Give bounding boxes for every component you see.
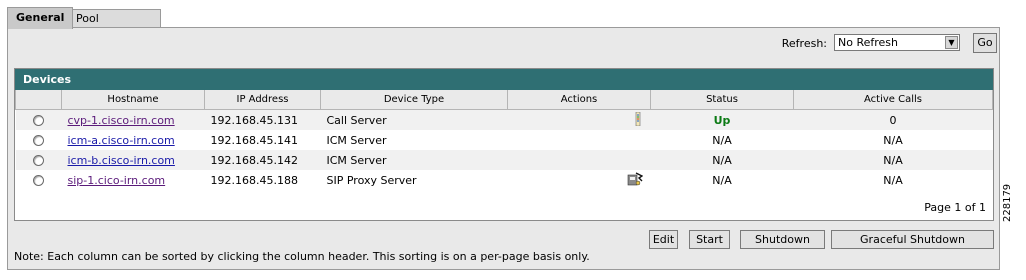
column-header-ip-address[interactable]: IP Address bbox=[204, 90, 321, 110]
active-calls-cell: N/A bbox=[793, 170, 993, 190]
column-header-active-calls[interactable]: Active Calls bbox=[793, 90, 993, 110]
proxy-action-icon[interactable] bbox=[627, 171, 643, 189]
device-type-cell: Call Server bbox=[320, 109, 508, 130]
active-calls-cell: 0 bbox=[793, 109, 993, 130]
devices-title: Devices bbox=[15, 69, 993, 90]
devices-table: Hostname IP Address Device Type Actions … bbox=[15, 90, 993, 190]
edit-button[interactable]: Edit bbox=[649, 230, 678, 249]
table-row: icm-a.cisco-irn.com 192.168.45.141 ICM S… bbox=[15, 130, 993, 150]
refresh-bar: Refresh: No Refresh ▼ Go bbox=[739, 33, 999, 54]
status-cell: N/A bbox=[650, 150, 794, 170]
active-calls-cell: N/A bbox=[793, 150, 993, 170]
hostname-link[interactable]: cvp-1.cisco-irn.com bbox=[68, 114, 175, 127]
column-header-device-type[interactable]: Device Type bbox=[320, 90, 508, 110]
status-badge: Up bbox=[713, 113, 731, 127]
actions-cell bbox=[507, 150, 651, 170]
status-cell: Up bbox=[650, 109, 794, 130]
device-type-cell: ICM Server bbox=[320, 130, 508, 150]
column-header-hostname[interactable]: Hostname bbox=[61, 90, 205, 110]
refresh-label: Refresh: bbox=[781, 37, 827, 50]
actions-cell bbox=[507, 170, 651, 190]
devices-panel: Devices Hostname IP Address Device Type … bbox=[14, 68, 994, 221]
hostname-cell: sip-1.cico-irn.com bbox=[61, 170, 205, 190]
server-action-icon[interactable] bbox=[633, 111, 643, 129]
device-type-cell: SIP Proxy Server bbox=[320, 170, 508, 190]
actions-cell bbox=[507, 130, 651, 150]
row-select-radio-cell bbox=[15, 109, 62, 130]
go-button[interactable]: Go bbox=[973, 33, 997, 53]
ip-cell: 192.168.45.142 bbox=[204, 150, 321, 170]
row-select-radio[interactable] bbox=[33, 135, 44, 146]
ip-cell: 192.168.45.131 bbox=[204, 109, 321, 130]
row-select-radio[interactable] bbox=[33, 115, 44, 126]
start-button[interactable]: Start bbox=[689, 230, 730, 249]
actions-cell bbox=[507, 109, 651, 130]
sorting-note: Note: Each column can be sorted by click… bbox=[14, 250, 590, 263]
table-row: icm-b.cisco-irn.com 192.168.45.142 ICM S… bbox=[15, 150, 993, 170]
tab-pool-statistics[interactable]: Pool Statistics bbox=[67, 9, 161, 43]
hostname-cell: icm-a.cisco-irn.com bbox=[61, 130, 205, 150]
tab-general[interactable]: General bbox=[7, 7, 73, 29]
status-cell: N/A bbox=[650, 130, 794, 150]
column-header-actions[interactable]: Actions bbox=[507, 90, 651, 110]
ip-cell: 192.168.45.141 bbox=[204, 130, 321, 150]
chevron-down-icon[interactable]: ▼ bbox=[945, 36, 958, 49]
refresh-selected-value: No Refresh bbox=[838, 36, 898, 49]
table-row: sip-1.cico-irn.com 192.168.45.188 SIP Pr… bbox=[15, 170, 993, 190]
row-select-radio[interactable] bbox=[33, 155, 44, 166]
status-cell: N/A bbox=[650, 170, 794, 190]
refresh-select[interactable]: No Refresh ▼ bbox=[834, 34, 960, 51]
select-column-header bbox=[15, 90, 62, 110]
hostname-link[interactable]: icm-a.cisco-irn.com bbox=[68, 134, 175, 147]
page-indicator: Page 1 of 1 bbox=[924, 201, 986, 214]
hostname-cell: cvp-1.cisco-irn.com bbox=[61, 109, 205, 130]
shutdown-button[interactable]: Shutdown bbox=[740, 230, 825, 249]
column-header-status[interactable]: Status bbox=[650, 90, 794, 110]
hostname-link[interactable]: sip-1.cico-irn.com bbox=[68, 174, 166, 187]
hostname-link[interactable]: icm-b.cisco-irn.com bbox=[68, 154, 175, 167]
graceful-shutdown-button[interactable]: Graceful Shutdown bbox=[831, 230, 994, 249]
hostname-cell: icm-b.cisco-irn.com bbox=[61, 150, 205, 170]
ip-cell: 192.168.45.188 bbox=[204, 170, 321, 190]
table-row: cvp-1.cisco-irn.com 192.168.45.131 Call … bbox=[15, 109, 993, 130]
row-select-radio-cell bbox=[15, 170, 62, 190]
row-select-radio-cell bbox=[15, 130, 62, 150]
general-panel: Refresh: No Refresh ▼ Go Devices Hostnam… bbox=[7, 27, 1000, 270]
active-calls-cell: N/A bbox=[793, 130, 993, 150]
row-select-radio[interactable] bbox=[33, 175, 44, 186]
row-select-radio-cell bbox=[15, 150, 62, 170]
figure-id: 228179 bbox=[1002, 183, 1013, 222]
device-type-cell: ICM Server bbox=[320, 150, 508, 170]
